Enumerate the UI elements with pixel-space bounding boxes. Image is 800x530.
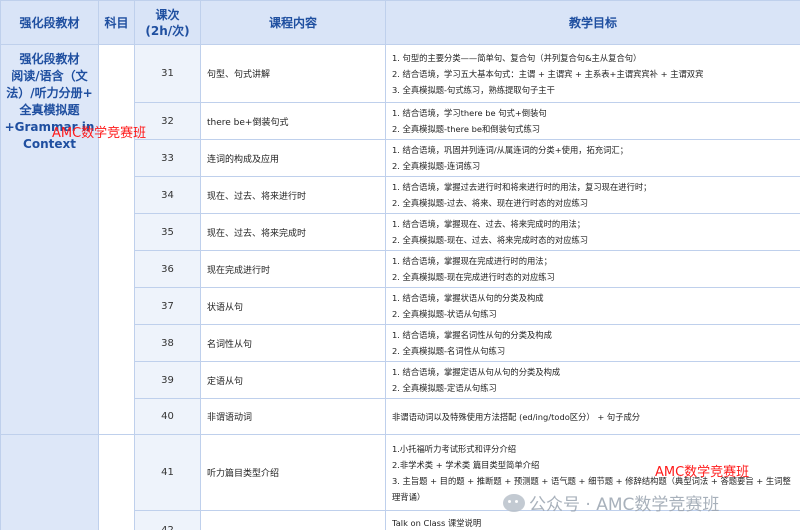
header-subject: 科目 [98,0,135,45]
lesson-content: 非谓语动词 [200,398,386,435]
lesson-goals: 1. 结合语境，学习there be 句式+倒装句 2. 全真模拟题-there … [385,102,800,140]
lesson-content: 名词性从句 [200,324,386,362]
goal-line: 2. 全真模拟题-状语从句练习 [392,309,497,319]
goal-line: 2. 全真模拟题-定语从句练习 [392,383,497,393]
goal-line: 1. 结合语境，掌握过去进行时和将来进行时的用法，复习现在进行时； [392,182,652,192]
lesson-goals: 1. 结合语境，掌握名词性从句的分类及构成 2. 全真模拟题-名词性从句练习 [385,324,800,362]
goal-line: 1.小托福听力考试形式和评分介绍 [392,443,517,454]
goal-line: 2. 全真模拟题-现在、过去、将来完成时态的对应练习 [392,235,589,245]
lesson-content: 现在、过去、将来进行时 [200,176,386,214]
goal-line: 2. 全真模拟题-过去、将来、现在进行时态的对应练习 [392,198,589,208]
lesson-number: 31 [134,44,201,103]
lesson-number: 33 [134,139,201,177]
goal-line: 3. 全真模拟题-句式练习，熟练提取句子主干 [392,84,555,95]
lesson-number: 39 [134,361,201,399]
lesson-content [200,510,386,530]
lesson-content: 定语从句 [200,361,386,399]
goal-line: Talk on Class 课堂说明 [392,517,482,528]
curriculum-table: 强化段教材 科目 课次 (2h/次) 课程内容 教学目标 强化段教材 阅读/语含… [0,0,800,530]
lesson-number: 41 [134,434,201,511]
goal-line: 1. 句型的主要分类——简单句、复合句（并列复合句&主从复合句） [392,52,642,63]
header-category: 强化段教材 [0,0,99,45]
table-row: 强化段教材 阅读/语含（文 法）/听力分册+ 全真模拟题 +Grammar in… [0,44,800,435]
lesson-goals: 1. 结合语境，掌握状语从句的分类及构成 2. 全真模拟题-状语从句练习 [385,287,800,325]
lesson-number: 42 [134,510,201,530]
watermark-red-left: AMC数学竞赛班 [52,126,147,141]
lesson-number: 34 [134,176,201,214]
goal-line: 1. 结合语境，掌握名词性从句的分类及构成 [392,330,552,340]
subject-cell-empty [98,434,135,530]
goal-line: 2. 全真模拟题-名词性从句练习 [392,346,506,356]
goal-line: 1. 结合语境，掌握状语从句的分类及构成 [392,293,544,303]
category-cell: 强化段教材 阅读/语含（文 法）/听力分册+ 全真模拟题 +Grammar in… [0,44,99,435]
header-row: 强化段教材 科目 课次 (2h/次) 课程内容 教学目标 [0,0,800,45]
lesson-content: 句型、句式讲解 [200,44,386,103]
category-cell-empty [0,434,99,530]
lesson-content: 状语从句 [200,287,386,325]
lesson-goals: 1. 结合语境，掌握现在、过去、将来完成时的用法； 2. 全真模拟题-现在、过去、… [385,213,800,251]
goal-line: 2. 全真模拟题-现在完成进行时态的对应练习 [392,272,555,282]
goal-line: 1. 结合语境，学习there be 句式+倒装句 [392,108,547,118]
lesson-goals: 1. 结合语境，掌握现在完成进行时的用法； 2. 全真模拟题-现在完成进行时态的对… [385,250,800,288]
lesson-content: 听力篇目类型介绍 [200,434,386,511]
goal-line: 2. 全真模拟题-there be和倒装句式练习 [392,124,541,134]
lesson-goals: 非谓语动词以及特殊使用方法搭配 (ed/ing/todo区分） + 句子成分 [385,398,800,435]
header-lesson: 课次 (2h/次) [134,0,201,45]
goal-line: 2. 结合语境，学习五大基本句式：主谓 + 主谓宾 + 主系表+主谓宾宾补 + … [392,68,704,79]
lesson-number: 35 [134,213,201,251]
lesson-content: there be+倒装句式 [200,102,386,140]
watermark-account: 公众号 · AMC数学竞赛班 [503,490,719,515]
header-goals: 教学目标 [385,0,800,45]
subject-cell [98,44,135,435]
goal-line: 1. 结合语境，掌握现在、过去、将来完成时的用法； [392,219,586,229]
lesson-content: 连词的构成及应用 [200,139,386,177]
goal-line: 2. 全真模拟题-连词练习 [392,161,481,171]
lesson-goals: 1. 句型的主要分类——简单句、复合句（并列复合句&主从复合句） 2. 结合语境，… [385,44,800,103]
goal-line: 非谓语动词以及特殊使用方法搭配 (ed/ing/todo区分） + 句子成分 [392,411,641,422]
lesson-number: 36 [134,250,201,288]
lesson-content: 现在、过去、将来完成时 [200,213,386,251]
goal-line: 1. 结合语境，掌握定语从句从句的分类及构成 [392,367,561,377]
lesson-content: 现在完成进行时 [200,250,386,288]
lesson-goals: 1. 结合语境，巩固并列连词/从属连词的分类+使用，拓充词汇； 2. 全真模拟题-… [385,139,800,177]
goal-line: 1. 结合语境，掌握现在完成进行时的用法； [392,256,552,266]
lesson-number: 37 [134,287,201,325]
goal-line: 1. 结合语境，巩固并列连词/从属连词的分类+使用，拓充词汇； [392,145,629,155]
watermark-red-right: AMC数学竞赛班 [655,465,750,480]
lesson-number: 38 [134,324,201,362]
lesson-goals: 1. 结合语境，掌握定语从句从句的分类及构成 2. 全真模拟题-定语从句练习 [385,361,800,399]
lesson-number: 40 [134,398,201,435]
wechat-icon [503,493,525,512]
watermark-account-text: 公众号 · AMC数学竞赛班 [529,495,720,515]
header-content: 课程内容 [200,0,386,45]
lesson-goals: 1. 结合语境，掌握过去进行时和将来进行时的用法，复习现在进行时； 2. 全真模拟… [385,176,800,214]
